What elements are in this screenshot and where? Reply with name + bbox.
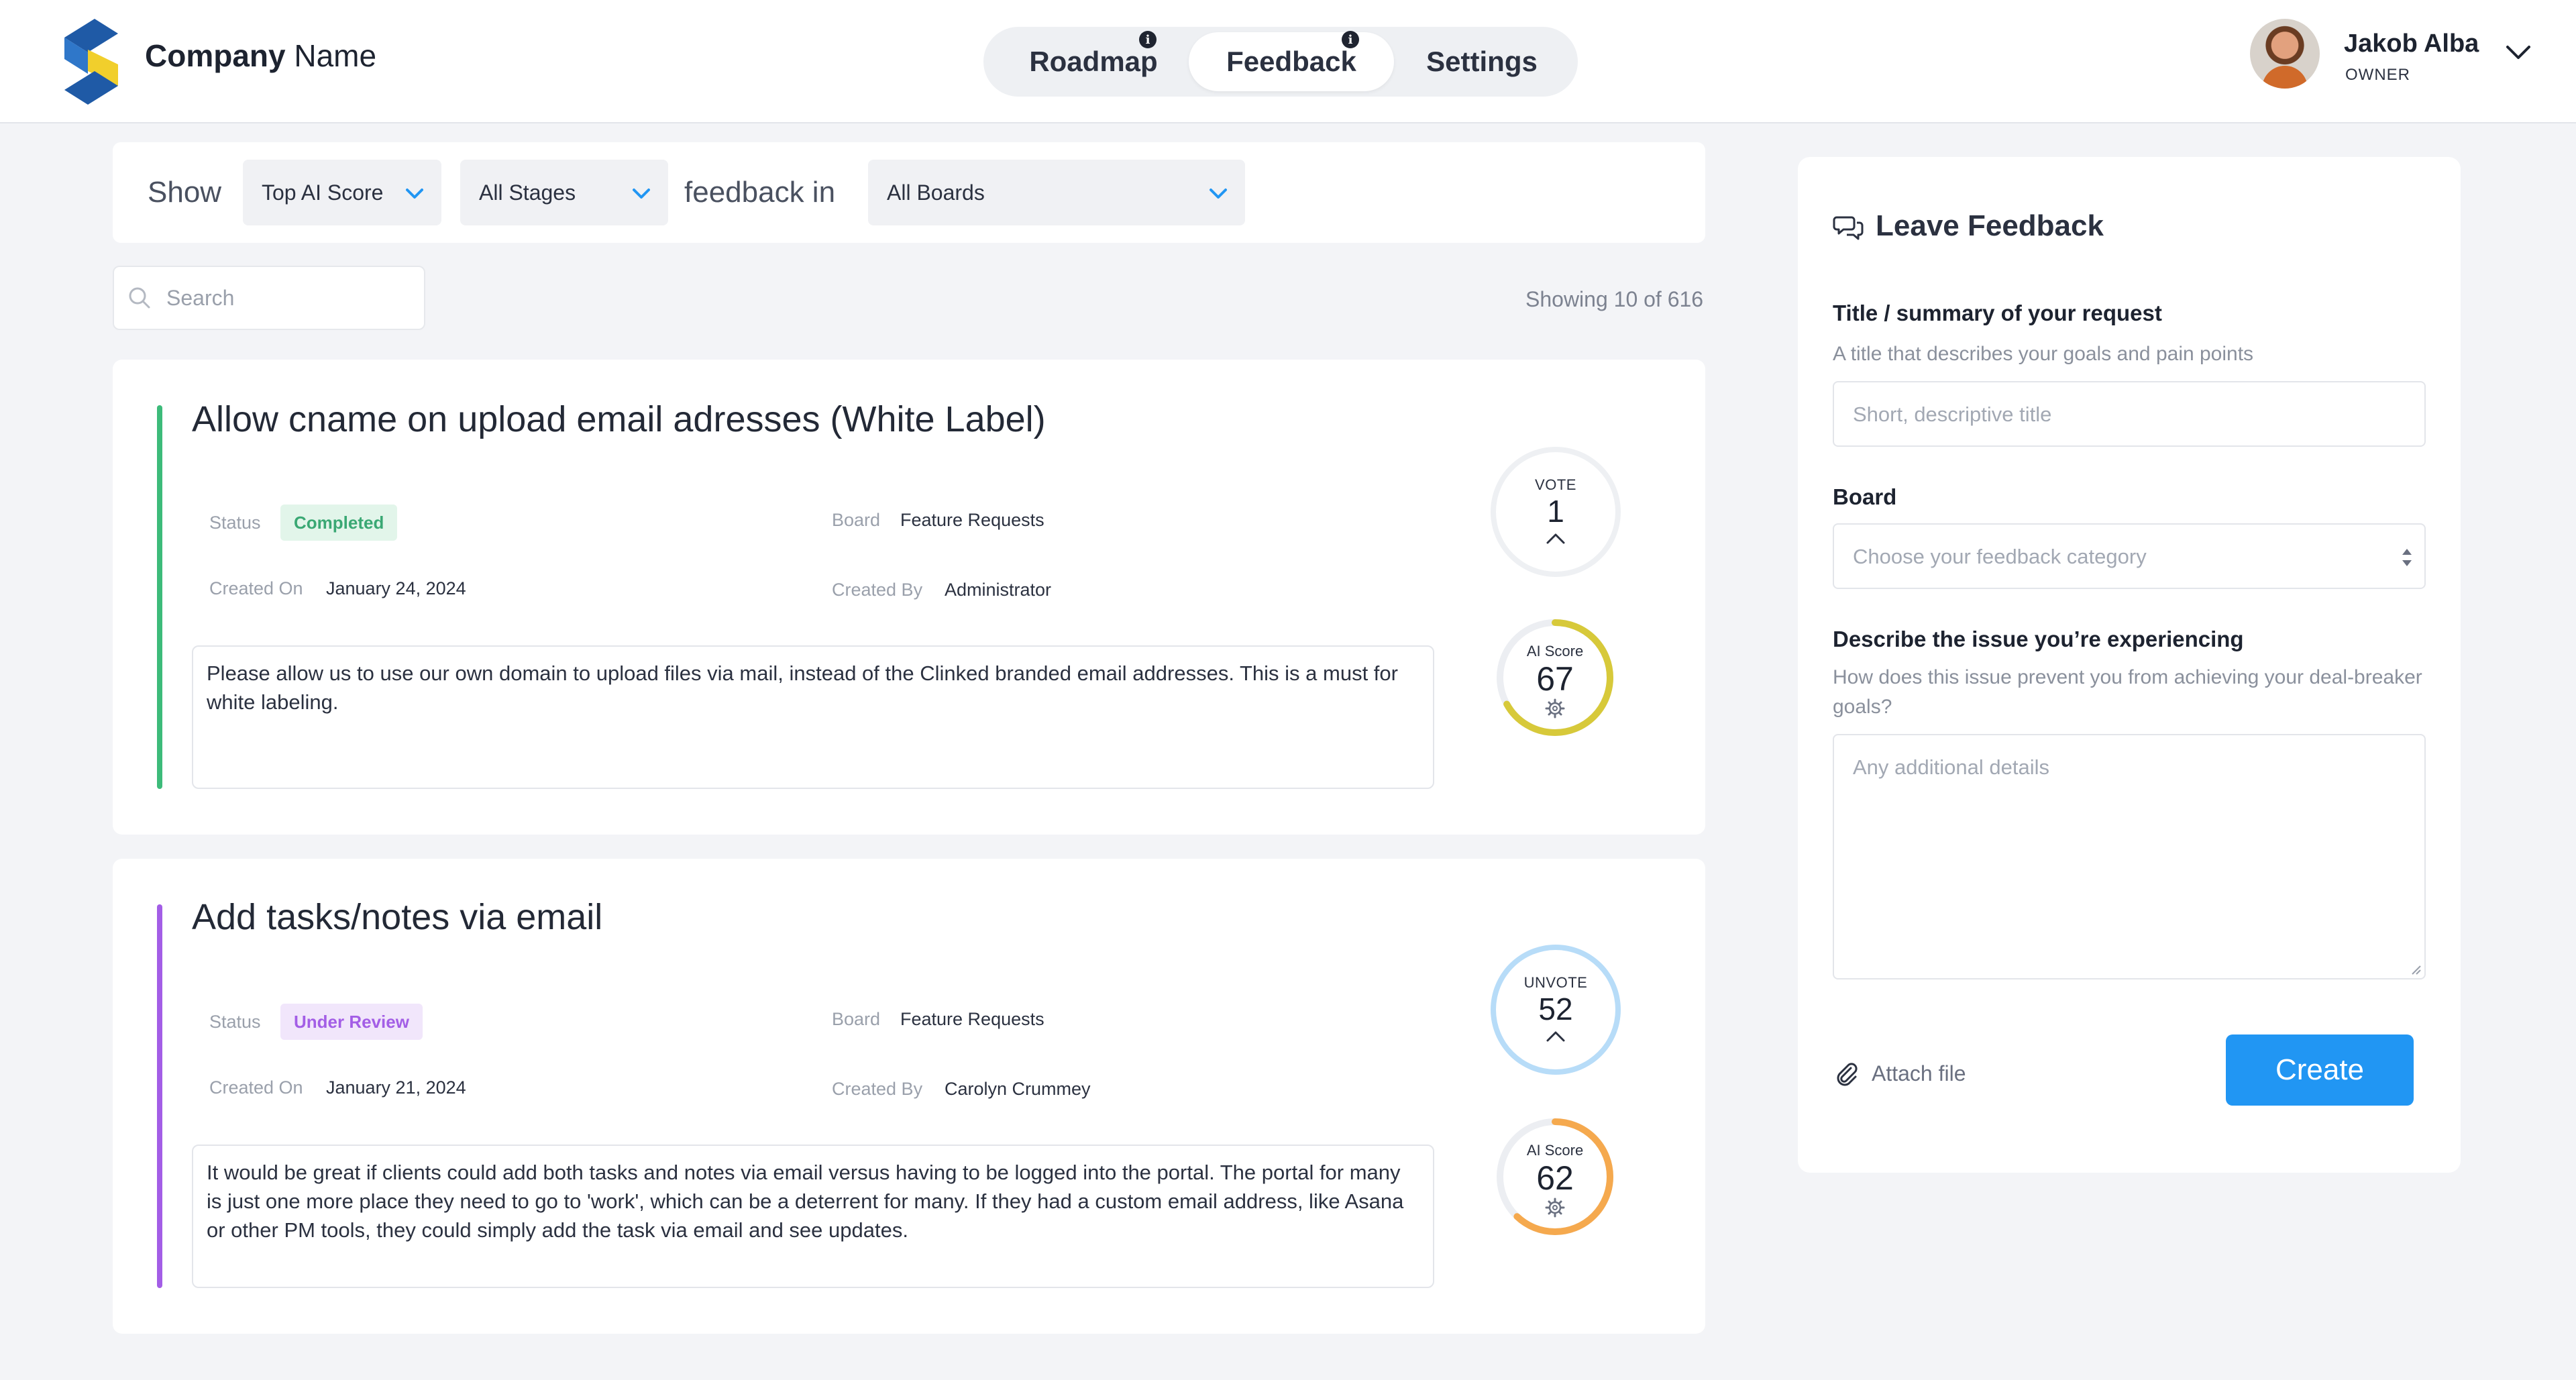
leave-feedback-panel: Leave Feedback Title / summary of your r… [1798, 157, 2461, 1173]
card-title[interactable]: Allow cname on upload email adresses (Wh… [192, 399, 1046, 440]
ai-score-value: 62 [1536, 1159, 1574, 1197]
vote-button[interactable]: VOTE 1 [1496, 452, 1615, 572]
unvote-button[interactable]: UNVOTE 52 [1496, 950, 1615, 1069]
board-field-label: Board [1833, 484, 1897, 509]
title-field-help: A title that describes your goals and pa… [1833, 343, 2254, 365]
updown-arrows-icon [2402, 549, 2412, 566]
board-value: Feature Requests [900, 1009, 1044, 1029]
stage-select[interactable]: All Stages [460, 160, 668, 225]
chevron-up-icon [1546, 533, 1565, 544]
issue-field-label: Describe the issue you’re experiencing [1833, 627, 2244, 651]
title-input[interactable]: Short, descriptive title [1833, 381, 2426, 447]
chat-bubbles-icon [1833, 216, 1864, 240]
created-by-value: Administrator [945, 580, 1052, 600]
main-nav: Roadmap i Feedback i Settings [983, 27, 1578, 97]
vote-count: 1 [1547, 494, 1564, 529]
info-icon[interactable]: i [1342, 31, 1359, 48]
created-on-value: January 24, 2024 [326, 578, 466, 598]
create-button[interactable]: Create [2226, 1034, 2414, 1106]
card-description: It would be great if clients could add b… [192, 1145, 1434, 1288]
vote-label: VOTE [1535, 476, 1576, 493]
created-by-label: Created By [832, 580, 923, 600]
status-label: Status [209, 513, 261, 533]
gear-icon [1545, 698, 1565, 719]
company-logo-icon[interactable] [58, 19, 125, 105]
created-on-value: January 21, 2024 [326, 1077, 466, 1098]
board-select[interactable]: All Boards [868, 160, 1245, 225]
chevron-down-icon[interactable] [2504, 38, 2533, 67]
tab-settings[interactable]: Settings [1393, 32, 1571, 91]
board-category-select[interactable]: Choose your feedback category [1833, 523, 2426, 589]
status-label: Status [209, 1012, 261, 1032]
ai-score: AI Score 62 [1495, 1116, 1615, 1237]
resize-handle-icon[interactable] [2410, 963, 2422, 975]
card-title[interactable]: Add tasks/notes via email [192, 896, 602, 938]
details-textarea[interactable]: Any additional details [1833, 734, 2426, 979]
feedback-in-label: feedback in [684, 176, 836, 209]
vote-count: 52 [1538, 992, 1573, 1026]
gear-icon [1545, 1198, 1565, 1218]
title-field-label: Title / summary of your request [1833, 301, 2162, 325]
board-label: Board [832, 510, 881, 530]
filter-bar: Show Top AI Score All Stages feedback in… [113, 142, 1705, 243]
ai-score: AI Score 67 [1495, 617, 1615, 738]
created-on-label: Created On [209, 578, 303, 598]
search-icon [129, 287, 150, 309]
feedback-card[interactable]: Add tasks/notes via email Status Under R… [113, 859, 1705, 1334]
tab-roadmap[interactable]: Roadmap i [989, 31, 1198, 91]
board-value: Feature Requests [900, 510, 1044, 530]
ai-score-label: AI Score [1526, 643, 1584, 659]
user-role: OWNER [2345, 66, 2410, 84]
chevron-down-icon [1210, 189, 1227, 199]
ai-score-value: 67 [1536, 660, 1574, 698]
status-badge: Under Review [280, 1004, 423, 1040]
issue-field-help: How does this issue prevent you from ach… [1833, 666, 2422, 718]
avatar[interactable] [2250, 19, 2320, 89]
status-badge: Completed [280, 505, 398, 541]
sort-select[interactable]: Top AI Score [243, 160, 441, 225]
panel-title: Leave Feedback [1876, 209, 2104, 242]
search-placeholder: Search [166, 286, 235, 310]
show-label: Show [148, 176, 222, 209]
chevron-down-icon [406, 189, 423, 199]
paperclip-icon [1837, 1063, 1858, 1086]
search-input[interactable]: Search [113, 266, 425, 330]
card-description: Please allow us to use our own domain to… [192, 645, 1434, 789]
user-name: Jakob Alba [2344, 30, 2479, 58]
tab-feedback[interactable]: Feedback i [1189, 31, 1394, 91]
vote-label: UNVOTE [1523, 974, 1588, 991]
results-count: Showing 10 of 616 [1525, 287, 1704, 311]
feedback-card[interactable]: Allow cname on upload email adresses (Wh… [113, 360, 1705, 835]
ai-score-label: AI Score [1526, 1142, 1584, 1159]
chevron-down-icon [633, 189, 650, 199]
top-header: Company Name Roadmap i Feedback i Settin… [0, 0, 2576, 123]
board-label: Board [832, 1009, 881, 1029]
created-on-label: Created On [209, 1077, 303, 1098]
status-accent-bar [157, 904, 162, 1288]
attach-file-link[interactable]: Attach file [1833, 1060, 1966, 1087]
company-name[interactable]: Company Name [145, 38, 376, 74]
created-by-value: Carolyn Crummey [945, 1079, 1091, 1099]
chevron-up-icon [1546, 1031, 1565, 1042]
info-icon[interactable]: i [1139, 31, 1157, 48]
status-accent-bar [157, 405, 162, 789]
created-by-label: Created By [832, 1079, 923, 1099]
